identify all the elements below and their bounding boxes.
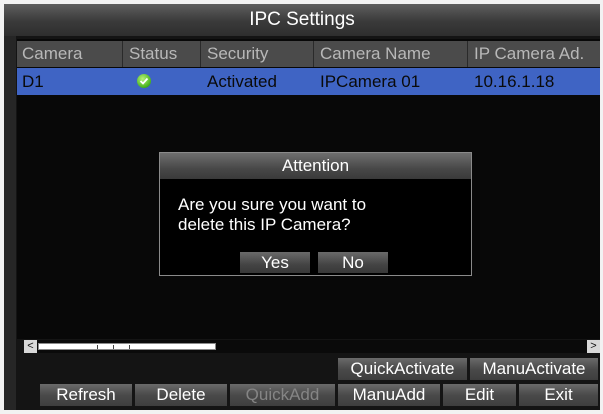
window-title: IPC Settings <box>4 4 600 36</box>
refresh-button[interactable]: Refresh <box>40 384 132 406</box>
cell-ip-address: 10.16.1.18 <box>474 72 555 91</box>
cell-security: Activated <box>207 72 277 91</box>
scroll-tick <box>97 345 98 349</box>
dialog-message-line-1: Are you sure you want to <box>178 195 367 214</box>
scroll-tick <box>129 345 130 349</box>
column-header-status[interactable]: Status <box>124 41 201 67</box>
left-edge-bar <box>4 36 16 410</box>
check-circle-icon <box>137 74 151 88</box>
cell-camera: D1 <box>22 72 44 91</box>
manu-add-button[interactable]: ManuAdd <box>338 384 440 406</box>
dialog-message-line-2: delete this IP Camera? <box>178 215 351 234</box>
delete-button[interactable]: Delete <box>135 384 227 406</box>
table-row[interactable]: D1 Activated IPCamera 01 10.16.1.18 <box>17 68 600 95</box>
scroll-left-arrow-icon[interactable]: < <box>24 340 37 353</box>
column-header-ip-address[interactable]: IP Camera Ad. <box>469 41 600 67</box>
confirm-dialog: Attention Are you sure you want to delet… <box>159 152 472 276</box>
dialog-message: Are you sure you want to delete this IP … <box>178 195 458 235</box>
manu-activate-button[interactable]: ManuActivate <box>470 358 598 380</box>
column-header-security[interactable]: Security <box>202 41 314 67</box>
edit-button[interactable]: Edit <box>443 384 516 406</box>
table-header: Camera Status Security Camera Name IP Ca… <box>17 41 600 67</box>
dialog-title: Attention <box>160 153 471 179</box>
no-button[interactable]: No <box>318 252 388 273</box>
scroll-right-arrow-icon[interactable]: > <box>587 340 600 353</box>
cell-camera-name: IPCamera 01 <box>320 72 421 91</box>
horizontal-scrollbar[interactable]: < > <box>24 340 600 353</box>
quick-activate-button[interactable]: QuickActivate <box>338 358 467 380</box>
column-header-camera-name[interactable]: Camera Name <box>315 41 468 67</box>
column-header-camera[interactable]: Camera <box>17 41 123 67</box>
screen: IPC Settings Camera Status Security Came… <box>4 4 600 410</box>
scroll-tick <box>113 345 114 349</box>
yes-button[interactable]: Yes <box>240 252 310 273</box>
quick-add-button[interactable]: QuickAdd <box>230 384 335 406</box>
scroll-thumb[interactable] <box>38 343 216 350</box>
exit-button[interactable]: Exit <box>519 384 598 406</box>
